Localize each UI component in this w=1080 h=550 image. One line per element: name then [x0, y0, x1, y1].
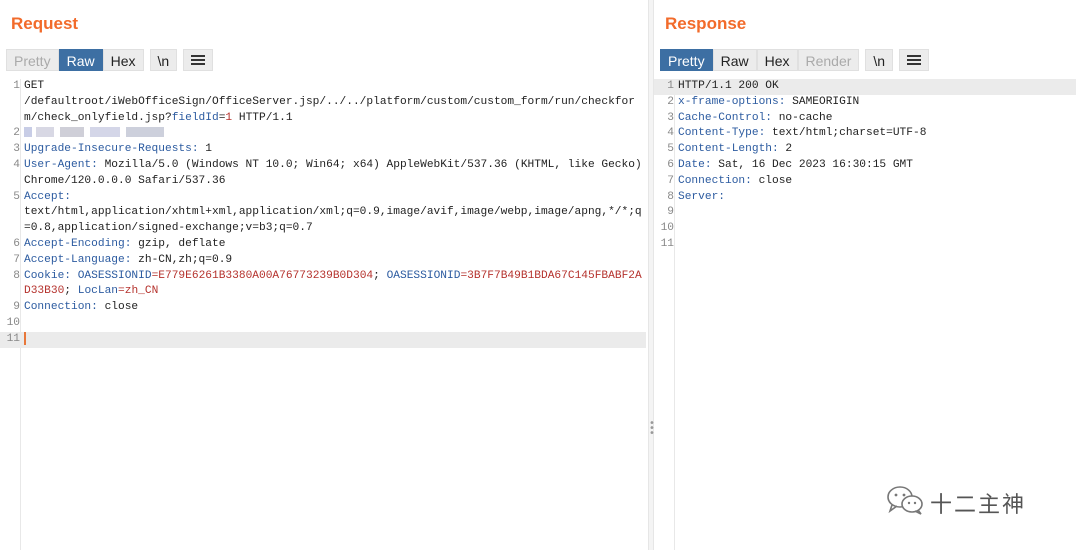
- request-title: Request: [11, 14, 79, 33]
- header-key: Content-Type:: [678, 127, 766, 140]
- hamburger-menu-icon[interactable]: [183, 49, 214, 71]
- header-value: text/html,application/xhtml+xml,applicat…: [24, 206, 642, 235]
- response-tab-raw[interactable]: Raw: [712, 49, 757, 71]
- request-line-current: 11: [0, 331, 646, 348]
- request-line: 5 Accept: text/html,application/xhtml+xm…: [13, 190, 642, 235]
- header-value: close: [97, 301, 139, 314]
- header-value: SAMEORIGIN: [785, 95, 860, 108]
- header-value: Mozilla/5.0 (Windows NT 10.0; Win64; x64…: [24, 158, 649, 187]
- request-line: 4 User-Agent: Mozilla/5.0 (Windows NT 10…: [13, 158, 649, 187]
- request-pane: Request Pretty Raw Hex \n 1 GET /default…: [0, 0, 648, 550]
- request-protocol: HTTP/1.1: [232, 111, 293, 124]
- request-tab-raw[interactable]: Raw: [58, 49, 103, 71]
- header-value: no-cache: [772, 111, 833, 124]
- header-key: Accept-Encoding:: [24, 237, 132, 250]
- header-key: x-frame-options:: [678, 95, 786, 108]
- header-key: Content-Length:: [678, 143, 779, 156]
- status-line-text: HTTP/1.1 200 OK: [678, 80, 779, 92]
- hamburger-menu-icon[interactable]: [899, 49, 930, 71]
- response-line: 5 Content-Length: 2: [667, 143, 793, 156]
- request-line-cookie: 8 Cookie: OASESSIONID=E779E6261B3380A00A…: [13, 269, 642, 298]
- header-key: Accept-Language:: [24, 253, 132, 266]
- header-key: Connection:: [678, 174, 752, 187]
- response-line: 7 Connection: close: [667, 174, 793, 187]
- response-line: 10: [660, 222, 674, 235]
- request-line-host-redacted: 2: [0, 126, 646, 142]
- response-tab-render[interactable]: Render: [797, 49, 860, 71]
- request-line: 1 GET /defaultroot/iWebOfficeSign/Office…: [13, 80, 635, 124]
- response-editor[interactable]: 1 HTTP/1.1 200 OK 2 x-frame-options: SAM…: [654, 79, 1076, 253]
- request-line: 9 Connection: close: [13, 301, 139, 314]
- cookie-value: =E779E6261B3380A00A76773239B0D304: [151, 269, 374, 282]
- cookie-value: =zh_CN: [118, 285, 159, 298]
- wechat-icon: [886, 485, 924, 520]
- header-key: Connection:: [24, 301, 98, 314]
- header-value: close: [751, 174, 793, 187]
- header-value: text/html;charset=UTF-8: [765, 127, 927, 140]
- response-line: 4 Content-Type: text/html;charset=UTF-8: [667, 127, 927, 140]
- header-key: Server:: [678, 190, 725, 203]
- header-value: Sat, 16 Dec 2023 16:30:15 GMT: [711, 158, 913, 171]
- redacted-host-blur: [24, 127, 164, 138]
- request-tab-hex[interactable]: Hex: [102, 49, 144, 71]
- header-key: Upgrade-Insecure-Requests:: [24, 143, 199, 156]
- response-pane: Response Pretty Raw Hex Render \n 1 HTTP…: [654, 0, 1080, 550]
- header-value: 2: [778, 143, 793, 156]
- header-value: zh-CN,zh;q=0.9: [131, 253, 233, 266]
- request-toolbar: Pretty Raw Hex \n: [6, 48, 214, 72]
- header-key: Accept:: [24, 190, 71, 203]
- request-editor[interactable]: 1 GET /defaultroot/iWebOfficeSign/Office…: [0, 79, 646, 348]
- query-param-key: fieldId: [171, 111, 219, 124]
- request-newline-toggle[interactable]: \n: [149, 49, 178, 71]
- watermark: 十二主神: [886, 485, 1026, 520]
- request-line: 6 Accept-Encoding: gzip, deflate: [13, 237, 226, 250]
- response-toolbar: Pretty Raw Hex Render \n: [660, 48, 930, 72]
- header-key: Date:: [678, 158, 712, 171]
- watermark-text: 十二主神: [930, 492, 1027, 518]
- response-tab-hex[interactable]: Hex: [756, 49, 798, 71]
- cookie-name: OASESSIONID: [71, 269, 152, 282]
- response-title: Response: [665, 14, 747, 33]
- response-line: 9: [667, 206, 674, 219]
- request-line: 7 Accept-Language: zh-CN,zh;q=0.9: [13, 253, 233, 266]
- request-tab-pretty[interactable]: Pretty: [6, 49, 59, 71]
- response-line: 3 Cache-Control: no-cache: [667, 111, 833, 124]
- header-key: User-Agent:: [24, 158, 98, 171]
- response-line: 6 Date: Sat, 16 Dec 2023 16:30:15 GMT: [667, 158, 913, 171]
- response-tab-pretty[interactable]: Pretty: [660, 49, 713, 71]
- cookie-name: OASESSIONID: [386, 269, 461, 282]
- text-caret: [24, 331, 26, 345]
- header-value: gzip, deflate: [131, 237, 226, 250]
- response-newline-toggle[interactable]: \n: [865, 49, 894, 71]
- response-line: 8 Server:: [667, 190, 725, 203]
- request-line: 10: [6, 316, 20, 329]
- response-line: 11: [660, 237, 674, 250]
- header-key: Cookie:: [24, 269, 71, 282]
- header-value: 1: [198, 143, 212, 156]
- cookie-name: LocLan: [77, 285, 119, 298]
- request-line: 3 Upgrade-Insecure-Requests: 1: [13, 143, 212, 156]
- response-status-line: 1 HTTP/1.1 200 OK: [654, 79, 1076, 95]
- splitter-grip-icon[interactable]: • • •: [649, 419, 655, 439]
- request-line-text: GET /defaultroot/iWebOfficeSign/OfficeSe…: [24, 80, 635, 124]
- header-key: Cache-Control:: [678, 111, 772, 124]
- response-line: 2 x-frame-options: SAMEORIGIN: [667, 95, 860, 108]
